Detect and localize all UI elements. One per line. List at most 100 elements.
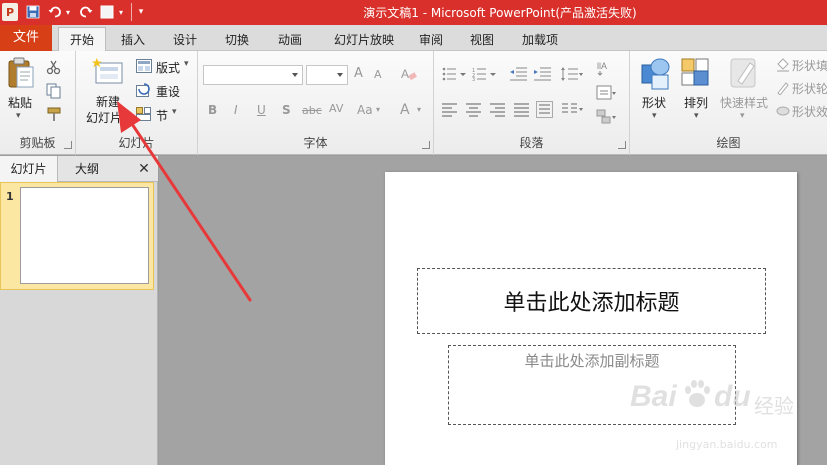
justify-icon[interactable]	[514, 103, 530, 120]
tab-design[interactable]: 设计	[162, 29, 208, 51]
tab-addins[interactable]: 加载项	[512, 29, 568, 51]
convert-smartart-icon[interactable]	[596, 109, 618, 128]
quick-access-dropdown-icon[interactable]: ▾	[117, 3, 125, 21]
shape-effects-label[interactable]: 形状效	[792, 103, 827, 120]
tab-animations[interactable]: 动画	[266, 29, 314, 51]
new-slide-label-2[interactable]: 幻灯片	[86, 109, 122, 126]
qa-separator	[131, 3, 132, 21]
shapes-icon[interactable]	[640, 57, 672, 94]
bullets-icon[interactable]	[442, 67, 468, 84]
tab-view[interactable]: 视图	[460, 29, 504, 51]
arrange-icon[interactable]	[680, 57, 712, 94]
character-spacing-icon[interactable]: AV	[329, 102, 343, 115]
align-left-icon[interactable]	[442, 103, 458, 120]
tab-review[interactable]: 审阅	[410, 29, 452, 51]
font-color-icon[interactable]: A	[400, 102, 410, 118]
pane-tabs: 幻灯片 大纲 ✕	[0, 156, 158, 182]
arrange-dropdown-icon[interactable]: ▾	[694, 111, 699, 121]
numbering-icon[interactable]: 123	[472, 67, 498, 84]
reset-icon[interactable]	[136, 83, 152, 100]
quick-styles-icon[interactable]	[728, 57, 760, 94]
undo-dropdown-icon[interactable]: ▾	[64, 3, 72, 21]
strikethrough-icon[interactable]: abc	[302, 104, 322, 117]
section-icon[interactable]	[136, 107, 152, 124]
section-dropdown-icon[interactable]: ▾	[172, 107, 177, 117]
chevron-down-icon[interactable]	[292, 73, 298, 77]
font-group: A A A B I U S abc AV Aa ▾ A ▾ 字体	[198, 51, 434, 155]
increase-indent-icon[interactable]	[534, 67, 552, 84]
subtitle-placeholder-text: 单击此处添加副标题	[524, 352, 660, 370]
bold-icon[interactable]: B	[208, 103, 217, 117]
watermark-product: 经验	[754, 394, 794, 418]
shape-outline-label[interactable]: 形状轮	[792, 80, 827, 97]
align-right-icon[interactable]	[490, 103, 506, 120]
quick-styles-button-label[interactable]: 快速样式	[720, 94, 768, 111]
font-color-dropdown-icon[interactable]: ▾	[417, 105, 421, 114]
copy-icon[interactable]	[46, 83, 64, 102]
clear-formatting-icon[interactable]: A	[400, 66, 418, 85]
cut-icon[interactable]	[46, 59, 62, 78]
close-pane-icon[interactable]: ✕	[132, 156, 156, 182]
layout-button-label[interactable]: 版式	[156, 59, 180, 76]
customize-quick-access-icon[interactable]: ▾	[136, 3, 146, 21]
tab-transitions[interactable]: 切换	[214, 29, 260, 51]
paragraph-launcher-icon[interactable]	[618, 141, 626, 149]
shapes-dropdown-icon[interactable]: ▾	[652, 111, 657, 121]
reset-button-label[interactable]: 重设	[156, 83, 180, 100]
font-launcher-icon[interactable]	[422, 141, 430, 149]
new-slide-label-1[interactable]: 新建	[96, 93, 120, 110]
redo-icon[interactable]	[78, 3, 94, 21]
quick-styles-dropdown-icon[interactable]: ▾	[740, 111, 745, 121]
drawing-group-label: 绘图	[716, 136, 741, 150]
paste-icon[interactable]	[6, 57, 36, 94]
clipboard-launcher-icon[interactable]	[64, 141, 72, 149]
arrange-button-label[interactable]: 排列	[684, 94, 708, 111]
paste-dropdown-icon[interactable]: ▾	[16, 111, 21, 121]
layout-icon[interactable]	[136, 59, 152, 76]
distributed-icon[interactable]	[536, 101, 554, 122]
section-button-label[interactable]: 节	[156, 107, 168, 124]
font-size-combo[interactable]	[306, 65, 348, 85]
new-slide-icon[interactable]	[91, 57, 124, 90]
text-direction-icon[interactable]: llA	[596, 59, 618, 80]
decrease-indent-icon[interactable]	[510, 67, 528, 84]
tab-slideshow[interactable]: 幻灯片放映	[322, 29, 406, 51]
underline-icon[interactable]: U	[257, 103, 266, 117]
layout-dropdown-icon[interactable]: ▾	[184, 59, 189, 69]
new-slide-dropdown-icon[interactable]: ▾	[124, 109, 129, 119]
shape-fill-icon[interactable]	[776, 58, 790, 75]
align-text-icon[interactable]	[596, 85, 618, 104]
grow-font-icon[interactable]: A	[354, 66, 363, 81]
text-shadow-icon[interactable]: S	[282, 103, 291, 117]
tab-home[interactable]: 开始	[58, 27, 106, 52]
svg-text:llA: llA	[597, 61, 607, 71]
columns-icon[interactable]	[562, 103, 586, 120]
chevron-down-icon[interactable]	[337, 73, 343, 77]
align-center-icon[interactable]	[466, 103, 482, 120]
slide-thumbnail[interactable]	[20, 187, 149, 284]
tab-file[interactable]: 文件	[0, 25, 52, 51]
shapes-button-label[interactable]: 形状	[642, 94, 666, 111]
shape-outline-icon[interactable]	[776, 81, 790, 98]
paragraph-group: 123 llA 段落	[434, 51, 630, 155]
italic-icon[interactable]: I	[234, 103, 238, 117]
watermark-brand-2: du	[714, 380, 751, 413]
paste-button-label[interactable]: 粘贴	[8, 94, 32, 111]
tab-insert[interactable]: 插入	[110, 29, 156, 51]
tab-slides[interactable]: 幻灯片	[0, 156, 58, 182]
line-spacing-icon[interactable]	[560, 66, 584, 85]
shrink-font-icon[interactable]: A	[374, 68, 382, 81]
title-placeholder[interactable]: 单击此处添加标题	[417, 268, 766, 334]
shape-effects-icon[interactable]	[776, 104, 790, 121]
tab-outline[interactable]: 大纲	[58, 156, 116, 182]
shape-fill-label[interactable]: 形状填	[792, 57, 827, 74]
font-name-combo[interactable]	[203, 65, 303, 85]
title-bar: P ▾ ▾ ▾ 演示文稿1 - Microsoft PowerPoint(产品激…	[0, 0, 827, 25]
save-icon[interactable]	[25, 3, 41, 21]
format-painter-icon[interactable]	[46, 107, 64, 126]
undo-icon[interactable]	[47, 3, 63, 21]
powerpoint-app-icon[interactable]: P	[2, 3, 18, 21]
new-slide-quick-icon[interactable]	[99, 3, 115, 21]
change-case-dropdown-icon[interactable]: ▾	[376, 105, 380, 114]
change-case-icon[interactable]: Aa	[357, 103, 373, 117]
